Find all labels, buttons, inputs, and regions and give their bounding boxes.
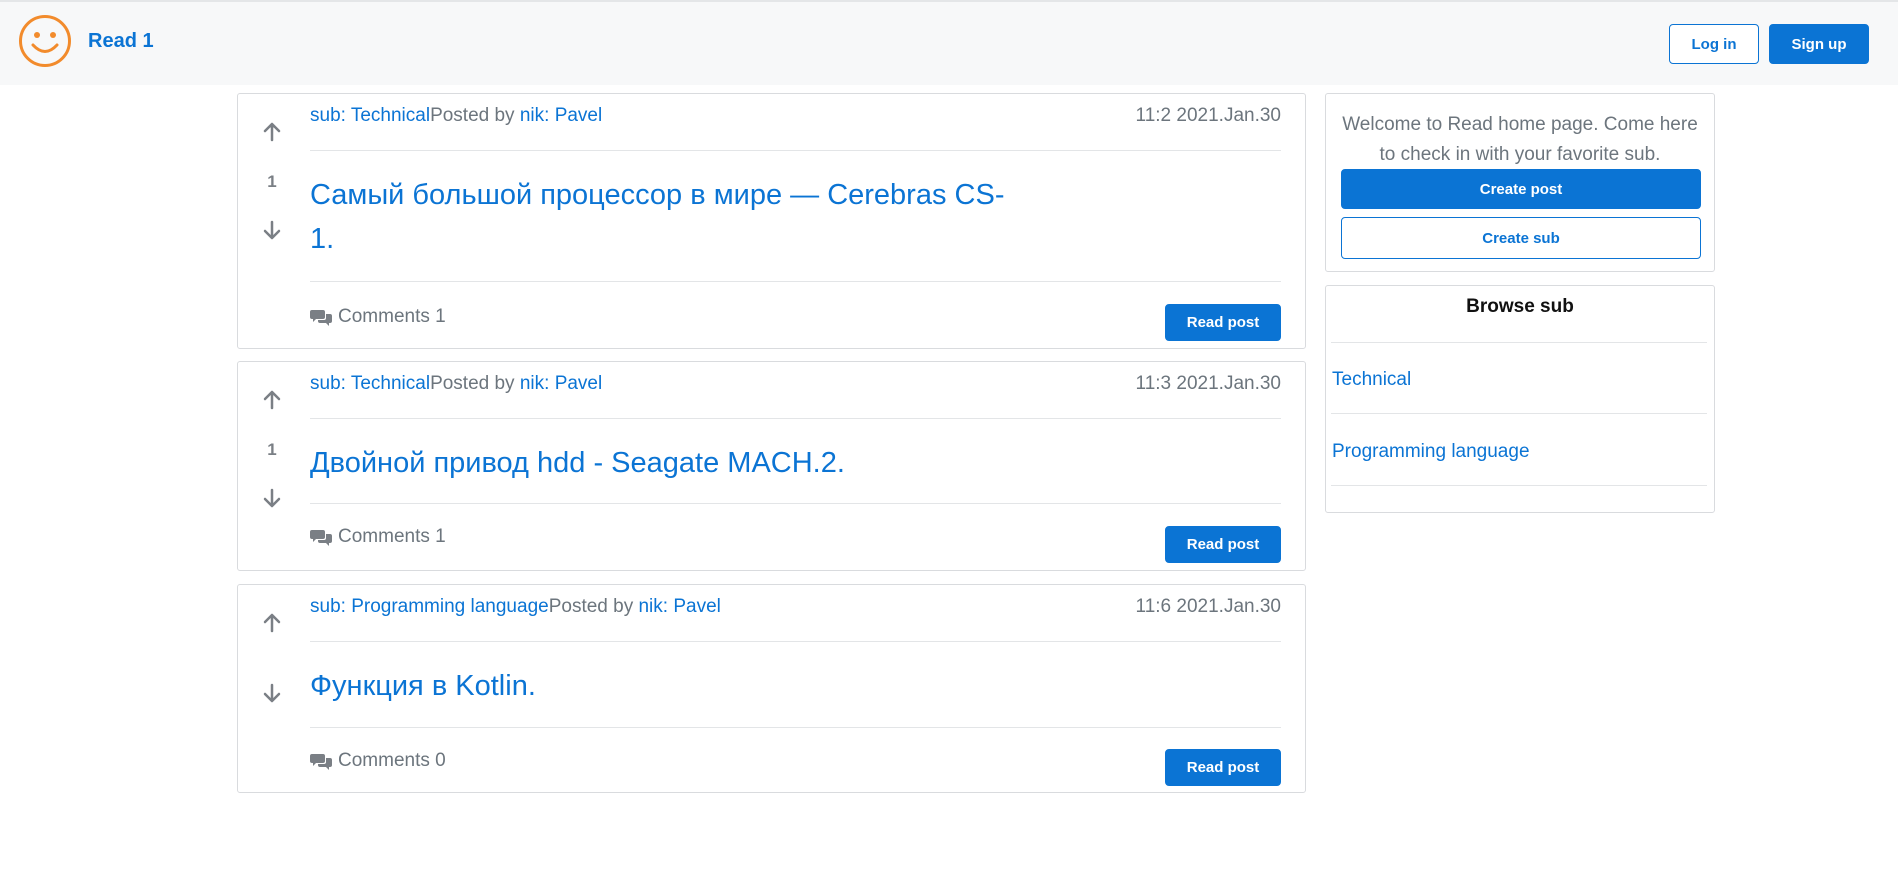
comments-icon — [310, 310, 332, 326]
posted-by-label: Posted by — [430, 105, 520, 126]
comments-icon — [310, 530, 332, 546]
post-title[interactable]: Двойной привод hdd - Seagate MACH.2. — [310, 441, 1210, 485]
post-card: sub: Programming languagePosted by nik: … — [237, 584, 1306, 793]
read-post-button[interactable]: Read post — [1165, 526, 1281, 563]
comments-icon — [310, 754, 332, 770]
arrow-down-icon[interactable] — [256, 677, 288, 709]
comments-label: Comments 1 — [338, 306, 446, 327]
arrow-up-icon[interactable] — [256, 384, 288, 416]
divider — [310, 150, 1281, 151]
smiley-icon[interactable] — [18, 14, 72, 68]
arrow-up-icon[interactable] — [256, 607, 288, 639]
post-time: 11:3 2021.Jan.30 — [1135, 373, 1281, 394]
author-link[interactable]: nik: Pavel — [520, 373, 602, 394]
divider — [1331, 413, 1707, 414]
comments-link[interactable]: Comments 1 — [310, 526, 446, 548]
divider — [310, 418, 1281, 419]
comments-label: Comments 0 — [338, 750, 446, 771]
posted-by-label: Posted by — [548, 596, 639, 617]
post-card: 1 sub: TechnicalPosted by nik: Pavel 11:… — [237, 361, 1306, 571]
comments-label: Comments 1 — [338, 526, 446, 547]
sub-link[interactable]: sub: Programming language — [310, 596, 549, 617]
author-link[interactable]: nik: Pavel — [638, 596, 720, 617]
create-post-button[interactable]: Create post — [1341, 169, 1701, 209]
welcome-text: Welcome to Read home page. Come here to … — [1342, 114, 1698, 165]
login-button[interactable]: Log in — [1669, 24, 1759, 64]
post-meta: sub: TechnicalPosted by nik: Pavel — [310, 105, 602, 127]
sub-item-technical[interactable]: Technical — [1332, 369, 1411, 391]
arrow-down-icon[interactable] — [256, 482, 288, 514]
post-meta: sub: TechnicalPosted by nik: Pavel — [310, 373, 602, 395]
browse-sub-panel: Browse sub Technical Programming languag… — [1325, 285, 1715, 513]
read-post-button[interactable]: Read post — [1165, 304, 1281, 341]
posted-by-label: Posted by — [430, 373, 520, 394]
browse-sub-title: Browse sub — [1466, 296, 1574, 317]
vote-count: 1 — [267, 172, 277, 191]
divider — [310, 503, 1281, 504]
post-meta: sub: Programming languagePosted by nik: … — [310, 596, 721, 618]
sub-link[interactable]: sub: Technical — [310, 373, 430, 394]
post-title[interactable]: Функция в Kotlin. — [310, 664, 1010, 708]
divider — [310, 641, 1281, 642]
divider — [310, 727, 1281, 728]
welcome-panel: Welcome to Read home page. Come here to … — [1325, 93, 1715, 272]
brand-link[interactable]: Read 1 — [88, 30, 154, 53]
signup-button[interactable]: Sign up — [1769, 24, 1869, 64]
navbar: Read 1 Log in Sign up — [0, 0, 1898, 85]
divider — [1331, 485, 1707, 486]
divider — [1331, 342, 1707, 343]
arrow-down-icon[interactable] — [256, 214, 288, 246]
vote-count: 1 — [267, 440, 277, 459]
sub-item-programming-language[interactable]: Programming language — [1332, 441, 1530, 463]
create-sub-button[interactable]: Create sub — [1341, 217, 1701, 259]
post-title[interactable]: Самый большой процессор в мире — Cerebra… — [310, 173, 1010, 261]
comments-link[interactable]: Comments 1 — [310, 306, 446, 328]
arrow-up-icon[interactable] — [256, 116, 288, 148]
author-link[interactable]: nik: Pavel — [520, 105, 602, 126]
post-card: 1 sub: TechnicalPosted by nik: Pavel 11:… — [237, 93, 1306, 349]
post-time: 11:6 2021.Jan.30 — [1135, 596, 1281, 617]
comments-link[interactable]: Comments 0 — [310, 750, 446, 772]
divider — [310, 281, 1281, 282]
sub-link[interactable]: sub: Technical — [310, 105, 430, 126]
post-time: 11:2 2021.Jan.30 — [1135, 105, 1281, 126]
read-post-button[interactable]: Read post — [1165, 749, 1281, 786]
